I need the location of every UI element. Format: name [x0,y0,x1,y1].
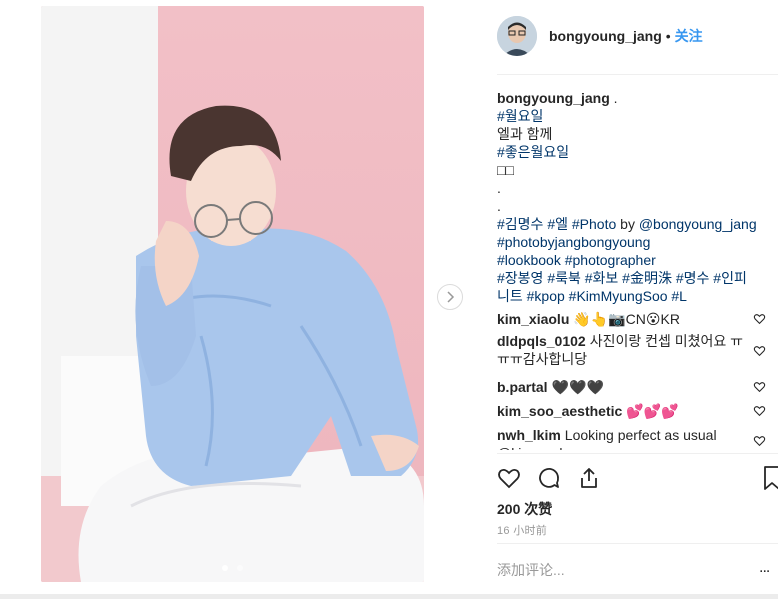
comment-username[interactable]: kim_xiaolu [497,311,569,327]
caption-text: . [497,180,501,196]
username-link[interactable]: bongyoung_jang [549,28,662,44]
caption-line-1: bongyoung_jang . [497,90,618,106]
heart-icon[interactable] [753,344,766,357]
hashtag-link[interactable]: #월요일 [497,107,767,125]
caption-text: . [497,198,501,214]
comment-text: 💕💕💕 [626,403,679,419]
post-details-panel: bongyoung_jang • 关注 bongyoung_jang . #월요… [497,0,778,599]
comment-username[interactable]: dldpqls_0102 [497,333,586,349]
hashtag-link[interactable]: #lookbook #photographer [497,251,767,269]
divider [497,74,778,75]
caption-text: □□ [497,162,514,178]
carousel-dots [41,558,424,576]
comment-item: kim_soo_aesthetic 💕💕💕 [497,402,778,426]
heart-icon[interactable] [753,312,766,325]
bottom-scrollbar [0,594,778,599]
separator-dot: • [665,28,671,44]
comment-text: 👋👆📷CN😮KR [573,311,680,327]
comment-item: kim_xiaolu 👋👆📷CN😮KR [497,310,778,330]
comment-item: dldpqls_0102 사진이랑 컨셉 미쳤어요 ㅠㅠㅠ감사합니당 [497,332,778,378]
add-comment-input[interactable]: 添加评论... [497,560,565,580]
share-icon[interactable] [577,466,601,490]
heart-icon[interactable] [753,434,766,447]
carousel-dot [236,565,243,571]
hashtag-link[interactable]: #김명수 [497,216,543,232]
divider [497,453,778,454]
photo-person [78,105,424,582]
hashtag-link[interactable]: #Photo [572,216,616,232]
carousel-dot-active [222,565,229,571]
avatar[interactable] [497,16,537,56]
heart-icon[interactable] [753,380,766,393]
chevron-right-icon[interactable] [437,284,463,310]
mention-link[interactable]: @bongyoung_jang [639,216,757,232]
caption-owner-link[interactable]: bongyoung_jang [497,90,610,106]
caption-text: 엘과 함께 [497,126,553,142]
comment-item: b.partal 🖤🖤🖤 [497,378,778,402]
follow-button[interactable]: 关注 [675,26,703,46]
post-photo[interactable] [41,6,424,582]
comment-username[interactable]: b.partal [497,379,548,395]
heart-icon[interactable] [753,404,766,417]
more-options-button[interactable]: ... [759,559,770,577]
post-caption: bongyoung_jang . #월요일 엘과 함께 #좋은월요일 □□ . … [497,89,767,305]
bookmark-icon[interactable] [763,465,778,491]
hashtag-link[interactable]: #좋은월요일 [497,143,767,161]
post-header: bongyoung_jang • 关注 [497,14,703,58]
comment-list: kim_xiaolu 👋👆📷CN😮KR dldpqls_0102 사진이랑 컨셉 미… [497,310,778,450]
hashtag-link[interactable]: 니트 #kpop #KimMyungSoo #L [497,287,767,305]
hashtag-link[interactable]: #엘 [547,216,568,232]
comment-icon[interactable] [537,466,561,490]
comment-username[interactable]: nwh_lkim [497,427,561,443]
hashtag-link[interactable]: #장봉영 #룩북 #화보 #金明洙 #명수 #인피 [497,269,767,287]
comment-item: nwh_lkimLooking perfect as usual @kim_ms… [497,426,778,450]
caption-tags-line: #김명수 #엘 #Photo by @bongyoung_jang [497,216,757,232]
comment-text: 🖤🖤🖤 [551,379,604,395]
like-count[interactable]: 200 次赞 [497,499,552,519]
action-bar [497,461,617,495]
comment-username[interactable]: kim_soo_aesthetic [497,403,622,419]
post-timestamp: 16 小时前 [497,525,548,537]
divider [497,543,778,544]
hashtag-link[interactable]: #photobyjangbongyoung [497,233,767,251]
heart-icon[interactable] [497,466,521,490]
